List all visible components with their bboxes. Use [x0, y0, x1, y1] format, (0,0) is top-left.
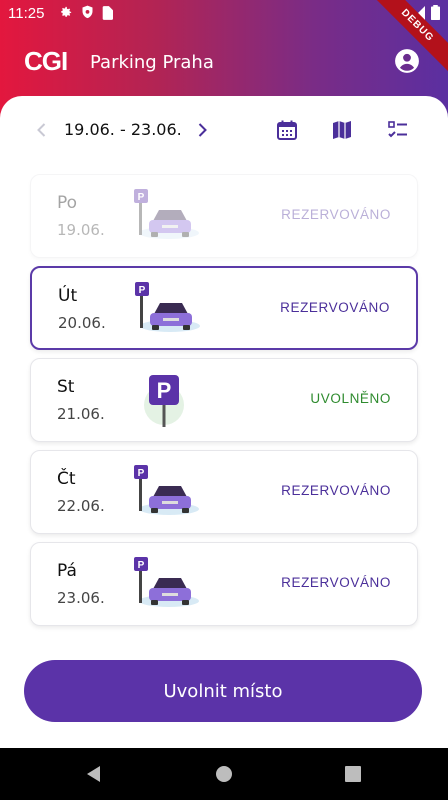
day-name: Út	[58, 286, 78, 306]
day-name: Čt	[57, 469, 76, 489]
cgi-logo: CGI	[24, 46, 68, 76]
shield-icon	[82, 5, 93, 19]
day-date: 19.06.	[57, 221, 105, 239]
day-date: 20.06.	[58, 314, 106, 332]
app-title: Parking Praha	[90, 52, 214, 73]
day-card-monday[interactable]: Po 19.06. P REZERVOVÁNO	[30, 174, 418, 258]
content-sheet: 19.06. - 23.06. Po 19.06. P REZERVOVÁNO …	[0, 96, 448, 748]
status-reserved: REZERVOVÁNO	[281, 575, 391, 590]
day-card-thursday[interactable]: Čt 22.06. P REZERVOVÁNO	[30, 450, 418, 534]
parked-car-icon: P	[135, 282, 200, 332]
status-released: UVOLNĚNO	[310, 391, 391, 406]
svg-text:P: P	[157, 378, 172, 403]
week-range: 19.06. - 23.06.	[64, 120, 182, 139]
parking-sign-icon: P	[144, 375, 184, 427]
svg-text:P: P	[139, 285, 146, 296]
day-name: Pá	[57, 561, 77, 581]
svg-text:P: P	[138, 560, 145, 571]
checklist-icon[interactable]	[386, 118, 410, 142]
day-card-wednesday[interactable]: St 21.06. P UVOLNĚNO	[30, 358, 418, 442]
svg-text:P: P	[138, 468, 145, 479]
status-time: 11:25	[8, 5, 45, 22]
battery-icon	[431, 5, 440, 20]
parked-car-icon: P	[134, 465, 199, 515]
status-reserved: REZERVOVÁNO	[280, 300, 390, 315]
svg-text:P: P	[138, 192, 145, 203]
parked-car-icon: P	[134, 557, 199, 607]
week-navigator: 19.06. - 23.06.	[0, 118, 448, 148]
chevron-left-icon[interactable]	[34, 122, 50, 138]
parked-car-icon: P	[134, 189, 199, 239]
day-date: 23.06.	[57, 589, 105, 607]
back-icon[interactable]	[84, 764, 102, 784]
sim-card-icon	[102, 5, 113, 20]
account-circle-icon[interactable]	[394, 48, 420, 74]
home-icon[interactable]	[214, 764, 234, 784]
release-spot-button[interactable]: Uvolnit místo	[24, 660, 422, 722]
map-icon[interactable]	[330, 118, 354, 142]
settings-icon	[61, 6, 72, 17]
app-bar: CGI Parking Praha	[0, 28, 448, 96]
chevron-right-icon[interactable]	[194, 122, 210, 138]
day-name: Po	[57, 193, 78, 213]
day-card-tuesday[interactable]: Út 20.06. P REZERVOVÁNO	[30, 266, 418, 350]
status-reserved: REZERVOVÁNO	[281, 483, 391, 498]
day-date: 22.06.	[57, 497, 105, 515]
calendar-icon[interactable]	[275, 118, 299, 142]
day-name: St	[57, 377, 75, 397]
recent-apps-icon[interactable]	[344, 765, 362, 783]
app-root: 11:25 DEBUG CGI Parking Praha 19.06. - 2…	[0, 0, 448, 800]
day-date: 21.06.	[57, 405, 105, 423]
system-nav-bar	[0, 748, 448, 800]
status-reserved: REZERVOVÁNO	[281, 207, 391, 222]
day-card-friday[interactable]: Pá 23.06. P REZERVOVÁNO	[30, 542, 418, 626]
